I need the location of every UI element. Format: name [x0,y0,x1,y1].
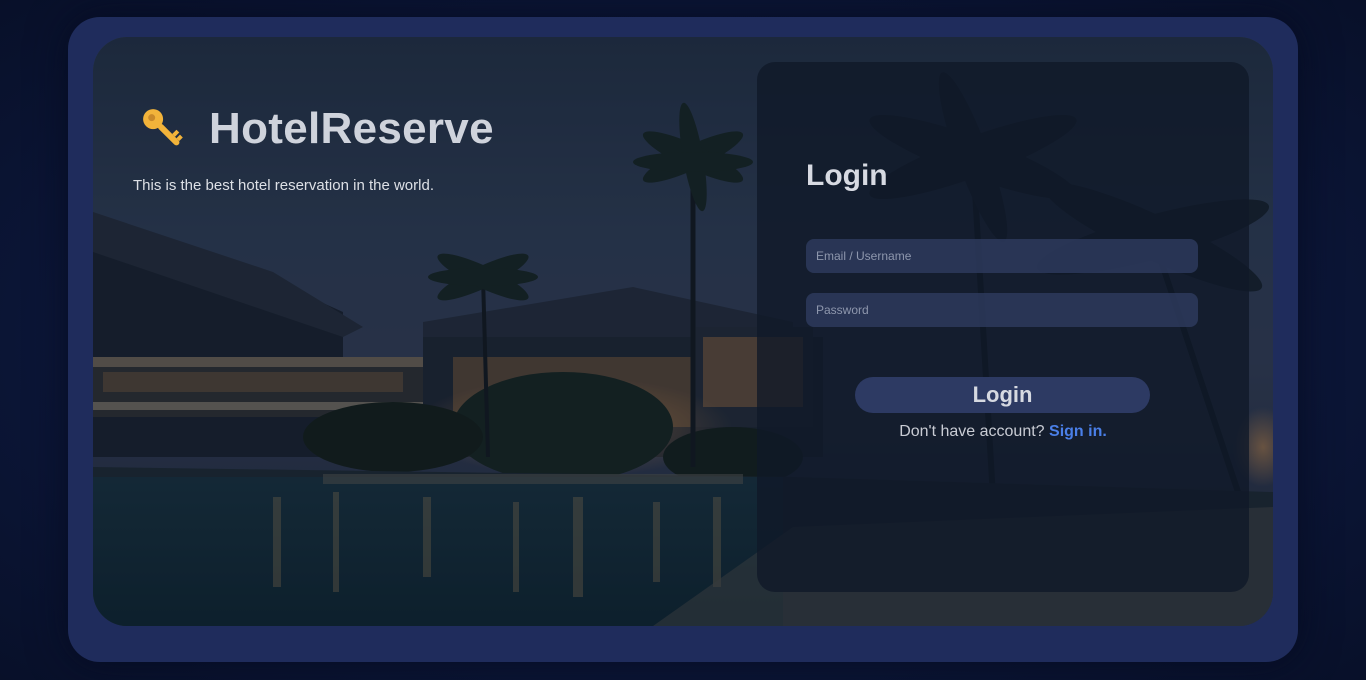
email-username-input[interactable] [806,239,1198,273]
password-input[interactable] [806,293,1198,327]
key-icon [143,109,183,146]
brand: HotelReserve [137,103,494,155]
brand-tagline: This is the best hotel reservation in th… [133,177,434,194]
sign-in-link[interactable]: Sign in. [1049,423,1107,440]
login-title: Login [806,159,888,192]
brand-title: HotelReserve [209,104,494,153]
login-card: Login Login Don't have account? Sign in. [757,62,1249,592]
page: HotelReserve This is the best hotel rese… [0,0,1366,680]
signup-prompt-text: Don't have account? [899,423,1045,440]
signup-prompt-line: Don't have account? Sign in. [757,423,1249,441]
login-button[interactable]: Login [855,377,1150,413]
